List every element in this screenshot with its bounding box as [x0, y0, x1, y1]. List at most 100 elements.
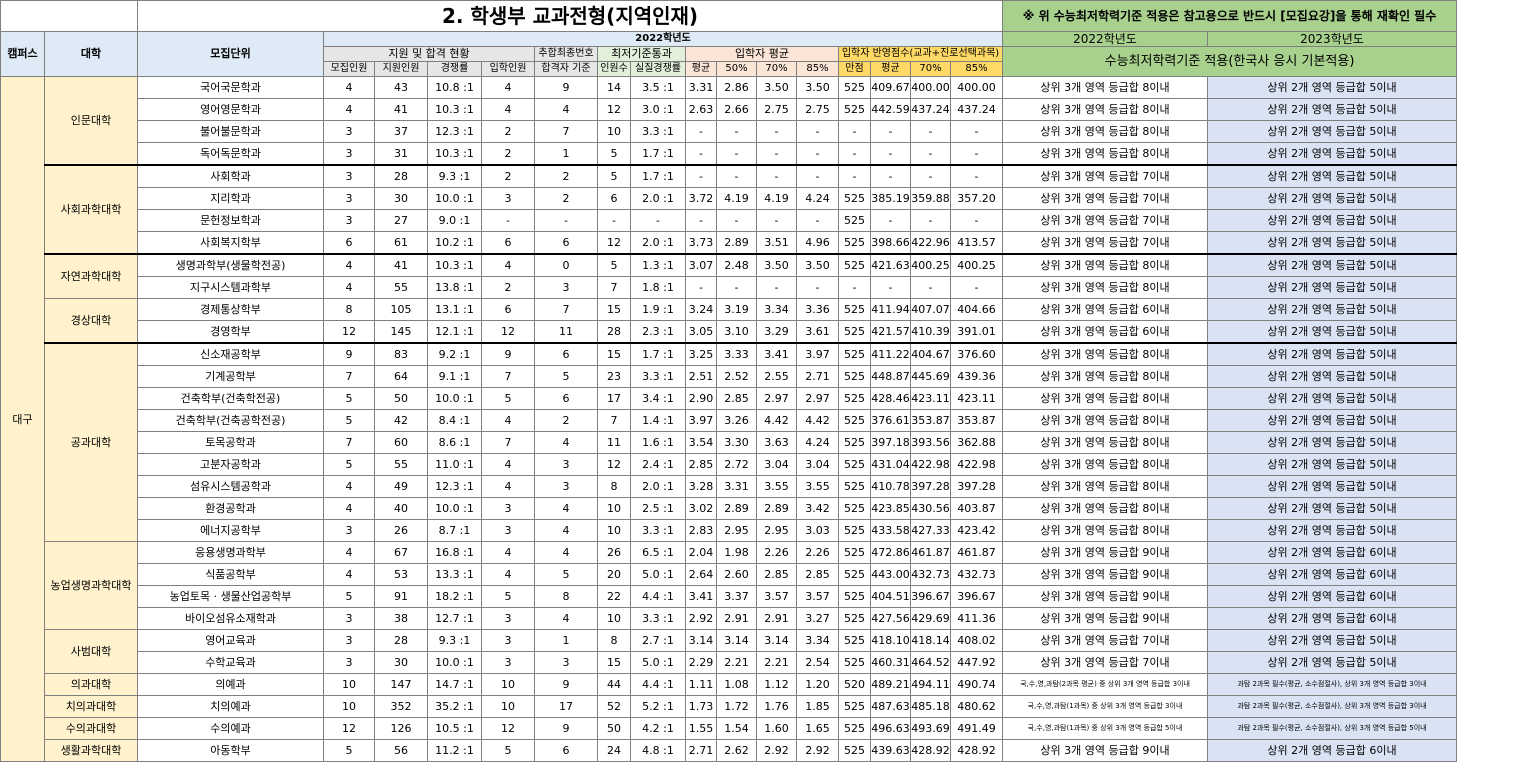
data-cell: 4 [481, 541, 535, 564]
data-cell: 1.7 :1 [630, 142, 686, 166]
data-cell: 2.92 [796, 739, 839, 762]
data-cell: 4 [481, 475, 535, 498]
data-cell: 5 [323, 409, 375, 432]
data-cell: 3.36 [796, 298, 839, 321]
data-cell: 14.7 :1 [427, 673, 482, 696]
header-avg-group: 입학자 평균 [685, 46, 839, 62]
data-cell: 2.63 [685, 98, 717, 121]
data-cell: 408.02 [950, 629, 1003, 652]
subheader-cell: 70% [910, 61, 951, 77]
csat-cell: 상위 2개 영역 등급합 5이내 [1207, 253, 1457, 277]
data-cell: 428.92 [950, 739, 1003, 762]
data-cell: 8 [534, 585, 598, 608]
csat-cell: 상위 2개 영역 등급합 5이내 [1207, 142, 1457, 166]
dept-cell: 경영학부 [137, 320, 324, 344]
data-cell: 3.14 [685, 629, 717, 652]
csat-cell: 국,수,영,과탐(2과목 평균) 중 상위 3개 영역 등급합 3이내 [1002, 673, 1208, 696]
data-cell: 485.18 [910, 695, 951, 718]
data-cell: 3.97 [685, 409, 717, 432]
data-cell: 3.61 [796, 320, 839, 344]
data-cell: 430.56 [910, 497, 951, 520]
csat-cell: 상위 2개 영역 등급합 6이내 [1207, 607, 1457, 630]
data-cell: 525 [838, 651, 871, 674]
data-cell: 2.71 [685, 739, 717, 762]
data-cell: 3 [534, 276, 598, 299]
data-cell: 493.69 [910, 717, 951, 740]
data-cell: 490.74 [950, 673, 1003, 696]
data-cell: 30 [374, 187, 428, 210]
csat-cell: 상위 3개 영역 등급합 8이내 [1002, 253, 1208, 277]
subheader-cell: 경쟁률 [427, 61, 482, 77]
data-cell: 12.7 :1 [427, 607, 482, 630]
subheader-cell: 모집인원 [323, 61, 375, 77]
data-cell: 27 [374, 209, 428, 232]
data-cell: 7 [481, 365, 535, 388]
data-cell: 525 [838, 409, 871, 432]
data-cell: 494.11 [910, 673, 951, 696]
data-cell: 9 [534, 717, 598, 740]
table-row: 경상대학 경제통상학부 8 105 13.1 :1 6 7 15 1.9 :1 3.24 3.19 3… [1, 298, 1457, 344]
data-cell: 3.41 [685, 585, 717, 608]
data-cell: - [597, 209, 631, 232]
data-cell: 359.88 [910, 187, 951, 210]
data-cell: 422.96 [910, 231, 951, 255]
data-cell: 4 [323, 98, 375, 121]
csat-cell: 상위 3개 영역 등급합 7이내 [1002, 651, 1208, 674]
data-cell: 5 [323, 585, 375, 608]
csat-cell: 상위 3개 영역 등급합 8이내 [1002, 519, 1208, 542]
college-cell: 공과대학 [44, 342, 138, 542]
data-cell: - [716, 120, 757, 143]
data-cell: 6 [534, 739, 598, 762]
csat-cell: 상위 3개 영역 등급합 7이내 [1002, 209, 1208, 232]
data-cell: 3.73 [685, 231, 717, 255]
header-apply-group: 지원 및 합격 현황 [323, 46, 535, 62]
data-cell: 1.08 [716, 673, 757, 696]
data-cell: 8.4 :1 [427, 409, 482, 432]
data-cell: 105 [374, 298, 428, 321]
csat-cell: 상위 2개 영역 등급합 5이내 [1207, 629, 1457, 652]
data-cell: - [910, 209, 951, 232]
data-cell: 437.24 [950, 98, 1003, 121]
data-cell: 15 [597, 298, 631, 321]
data-cell: 397.28 [910, 475, 951, 498]
data-cell: 3.25 [685, 342, 717, 366]
data-cell: 9 [323, 342, 375, 366]
csat-cell: 상위 2개 영역 등급합 5이내 [1207, 120, 1457, 143]
data-cell: 3.29 [756, 320, 797, 344]
data-cell: 2.75 [756, 98, 797, 121]
data-cell: 28 [597, 320, 631, 344]
data-cell: 432.73 [910, 563, 951, 586]
college-cell: 농업생명과학대학 [44, 541, 138, 630]
csat-cell: 상위 3개 영역 등급합 8이내 [1002, 409, 1208, 432]
data-cell: 428.46 [870, 387, 911, 410]
data-cell: 525 [838, 365, 871, 388]
data-cell: 49 [374, 475, 428, 498]
data-cell: 2.4 :1 [630, 453, 686, 476]
dept-cell: 건축학부(건축학전공) [137, 387, 324, 410]
dept-cell: 농업토목 · 생물산업공학부 [137, 585, 324, 608]
subheader-cell: 85% [796, 61, 839, 77]
data-cell: 28 [374, 629, 428, 652]
csat-cell: 상위 2개 영역 등급합 5이내 [1207, 651, 1457, 674]
data-cell: 2.85 [716, 387, 757, 410]
data-cell: 2.92 [685, 607, 717, 630]
data-cell: 10.0 :1 [427, 387, 482, 410]
data-cell: 4 [534, 98, 598, 121]
data-cell: 411.36 [950, 607, 1003, 630]
subheader-cell: 지원인원 [374, 61, 428, 77]
data-cell: - [716, 142, 757, 166]
data-cell: 4.96 [796, 231, 839, 255]
data-cell: 3 [323, 209, 375, 232]
data-cell: 4 [323, 276, 375, 299]
data-cell: 423.11 [950, 387, 1003, 410]
data-cell: 56 [374, 739, 428, 762]
data-cell: 17 [597, 387, 631, 410]
csat-cell: 상위 3개 영역 등급합 6이내 [1002, 298, 1208, 321]
data-cell: 83 [374, 342, 428, 366]
data-cell: 418.10 [870, 629, 911, 652]
data-cell: 4.8 :1 [630, 739, 686, 762]
data-cell: 12 [597, 453, 631, 476]
data-cell: 2.90 [685, 387, 717, 410]
data-cell: - [838, 164, 871, 188]
data-cell: 525 [838, 187, 871, 210]
